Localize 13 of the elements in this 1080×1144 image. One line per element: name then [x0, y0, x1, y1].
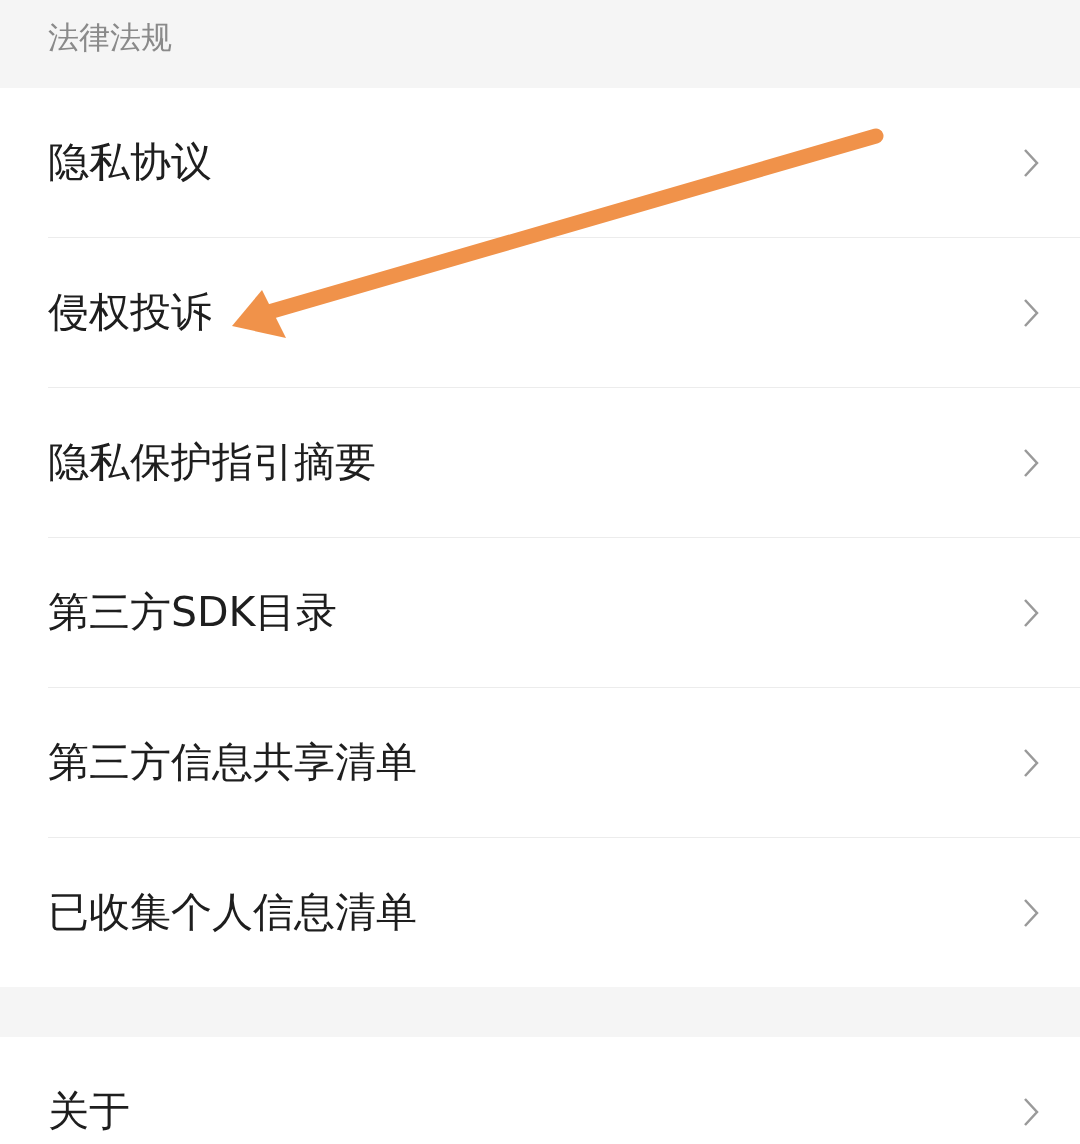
row-label: 已收集个人信息清单: [48, 887, 417, 938]
settings-row[interactable]: 第三方SDK目录: [48, 538, 1080, 688]
row-label: 隐私保护指引摘要: [48, 437, 376, 488]
section-title: 法律法规: [48, 18, 172, 57]
settings-row[interactable]: 隐私协议: [48, 88, 1080, 238]
row-label: 第三方信息共享清单: [48, 737, 417, 788]
settings-row[interactable]: 第三方信息共享清单: [48, 688, 1080, 838]
settings-row[interactable]: 已收集个人信息清单: [48, 838, 1080, 987]
row-label: 侵权投诉: [48, 287, 212, 338]
settings-row[interactable]: 隐私保护指引摘要: [48, 388, 1080, 538]
row-label: 关于: [48, 1086, 130, 1137]
row-label: 隐私协议: [48, 137, 212, 188]
row-label: 第三方SDK目录: [48, 587, 338, 638]
